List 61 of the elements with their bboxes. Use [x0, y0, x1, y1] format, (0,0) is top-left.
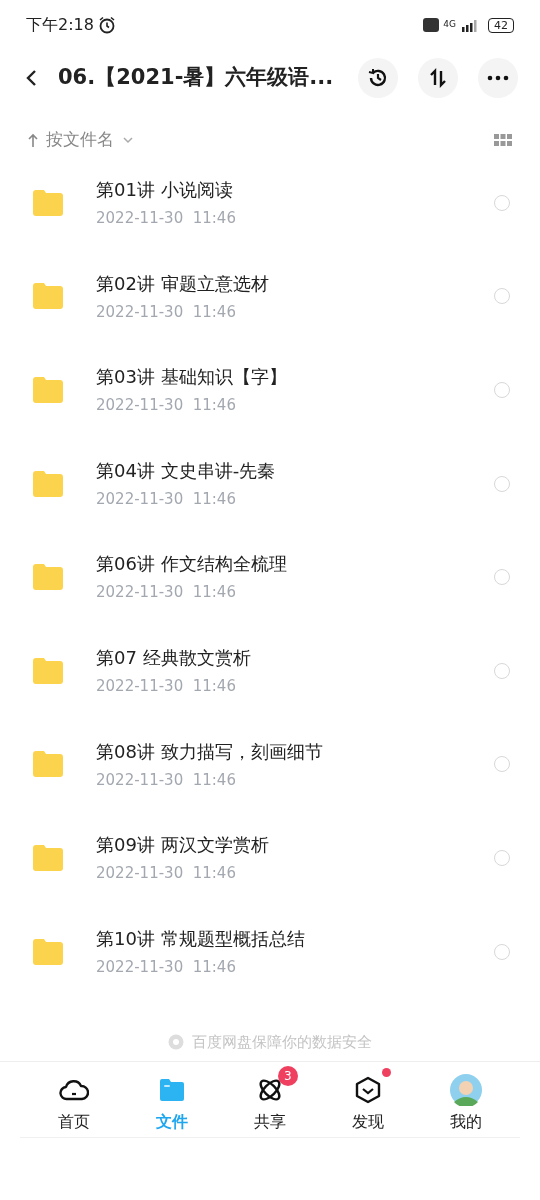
file-date: 2022-11-30 11:46 — [96, 769, 237, 791]
folder-icon — [33, 657, 63, 684]
network-label: 4G — [443, 19, 456, 29]
sort-icon — [428, 68, 448, 88]
file-name: 第02讲 审题立意选材 — [96, 271, 270, 296]
sort-button[interactable] — [418, 58, 458, 98]
file-row[interactable]: 第09讲 两汉文学赏析 2022-11-30 11:46 — [0, 811, 540, 905]
file-date: 2022-11-30 11:46 — [96, 488, 237, 510]
file-date: 2022-11-30 11:46 — [96, 582, 237, 604]
nav-tab[interactable]: 共享 3 — [221, 1065, 319, 1134]
file-row[interactable]: 第07 经典散文赏析 2022-11-30 11:46 — [0, 623, 540, 718]
folder-icon — [33, 844, 63, 871]
folder-icon — [33, 938, 63, 965]
file-name: 第03讲 基础知识【字】 — [96, 365, 288, 390]
file-row[interactable]: 第02讲 审题立意选材 2022-11-30 11:46 — [0, 249, 540, 344]
file-row[interactable]: 第03讲 基础知识【字】 2022-11-30 11:46 — [0, 343, 540, 437]
avatar-icon — [450, 1073, 482, 1106]
file-name: 第09讲 两汉文学赏析 — [96, 833, 270, 858]
folder-icon — [158, 1076, 186, 1103]
up-arrow-icon — [28, 133, 38, 147]
battery-indicator: 42 — [488, 17, 514, 33]
file-date: 2022-11-30 11:46 — [96, 301, 237, 323]
history-icon — [367, 67, 389, 89]
file-row[interactable]: 第08讲 致力描写，刻画细节 2022-11-30 11:46 — [0, 717, 540, 812]
folder-title: 06.【2021-暑】六年级语... — [58, 64, 335, 92]
file-row[interactable]: 第04讲 文史串讲-先秦 2022-11-30 11:46 — [0, 436, 540, 531]
folder-icon — [33, 283, 63, 310]
file-name: 第07 经典散文赏析 — [96, 646, 252, 670]
file-date: 2022-11-30 11:46 — [96, 863, 237, 885]
folder-icon — [33, 377, 63, 403]
file-name: 第04讲 文史串讲-先秦 — [96, 458, 277, 483]
history-button[interactable] — [358, 58, 398, 98]
folder-icon — [33, 751, 63, 778]
file-row[interactable]: 第01讲 小说阅读 2022-11-30 11:46 — [0, 156, 540, 250]
file-date: 2022-11-30 11:46 — [96, 395, 237, 417]
cube-icon — [354, 1075, 382, 1104]
more-icon — [487, 75, 509, 81]
file-date: 2022-11-30 11:46 — [96, 956, 237, 978]
notification-badge: 3 — [277, 1065, 298, 1086]
security-note: 百度网盘保障你的数据安全 — [192, 1031, 372, 1053]
file-date: 2022-11-30 11:46 — [96, 208, 237, 230]
status-time: 下午2:18 — [26, 14, 94, 36]
file-row[interactable]: 第10讲 常规题型概括总结 2022-11-30 11:46 — [0, 904, 540, 999]
signal-icon — [460, 18, 480, 32]
chevron-down-icon[interactable] — [122, 136, 134, 144]
file-name: 第06讲 作文结构全梳理 — [96, 552, 288, 577]
nav-tab[interactable]: 发现 — [319, 1065, 417, 1134]
file-name: 第08讲 致力描写，刻画细节 — [96, 739, 324, 764]
nav-tab[interactable]: 首页 — [25, 1065, 123, 1134]
file-name: 第10讲 常规题型概括总结 — [96, 926, 306, 951]
file-row[interactable]: 第06讲 作文结构全梳理 2022-11-30 11:46 — [0, 530, 540, 624]
folder-icon — [33, 564, 63, 591]
file-date: 2022-11-30 11:46 — [96, 676, 237, 697]
file-name: 第01讲 小说阅读 — [96, 178, 234, 203]
nav-tab[interactable]: 我的 — [417, 1065, 515, 1134]
more-button[interactable] — [478, 58, 518, 98]
folder-icon — [33, 189, 63, 216]
alarm-icon — [97, 16, 116, 34]
grid-view-icon[interactable] — [494, 134, 512, 146]
folder-icon — [33, 470, 63, 497]
sort-label[interactable]: 按文件名 — [46, 127, 114, 153]
